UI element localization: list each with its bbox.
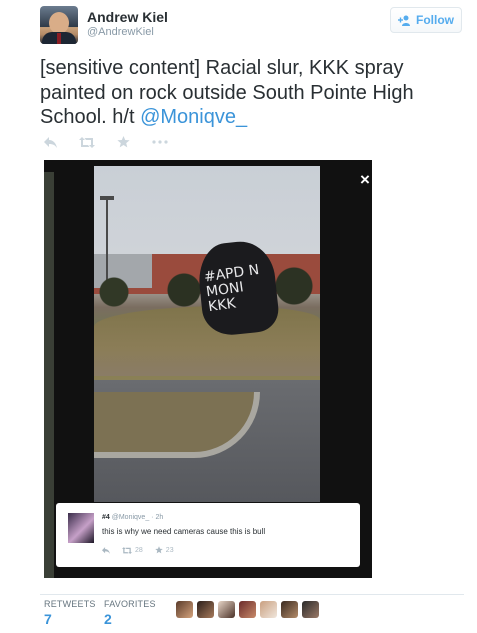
embedded-time[interactable]: 2h	[155, 514, 163, 521]
favorite-icon[interactable]	[155, 546, 163, 554]
favorites-label: FAVORITES	[104, 599, 156, 609]
embedded-favorite-count: 23	[165, 546, 174, 554]
user-name[interactable]: Andrew Kiel	[87, 9, 168, 25]
avatar[interactable]	[302, 601, 319, 618]
user-handle[interactable]: @AndrewKiel	[87, 26, 154, 38]
avatar[interactable]	[218, 601, 235, 618]
follow-button[interactable]: Follow	[390, 7, 462, 33]
reply-icon[interactable]	[102, 546, 110, 554]
retweets-stat[interactable]: RETWEETS 7	[44, 599, 96, 627]
background-screenshot-strip	[44, 172, 54, 578]
avatar[interactable]	[260, 601, 277, 618]
avatar[interactable]	[239, 601, 256, 618]
favoriter-avatars	[176, 601, 319, 618]
avatar[interactable]	[281, 601, 298, 618]
embedded-actions: 28 23	[102, 546, 174, 554]
avatar[interactable]	[176, 601, 193, 618]
avatar[interactable]	[197, 601, 214, 618]
follow-user-icon	[398, 15, 410, 26]
tweet-header: Andrew Kiel @AndrewKiel Follow	[40, 6, 464, 46]
tweet-actions	[44, 132, 168, 152]
tweet-text: [sensitive content] Racial slur, KKK spr…	[40, 56, 460, 130]
embedded-text: this is why we need cameras cause this i…	[102, 527, 266, 536]
mention-link[interactable]: @Moniqve_	[140, 106, 247, 128]
close-icon[interactable]: ×	[360, 170, 370, 190]
graffiti-text: #APD N MONI KKK	[203, 261, 261, 316]
reply-icon[interactable]	[44, 136, 57, 148]
retweet-icon[interactable]	[122, 546, 132, 554]
rock-photo[interactable]: #APD N MONI KKK	[94, 166, 320, 502]
favorites-count: 2	[104, 611, 112, 627]
embedded-tweet-card[interactable]: #4 @Moniqve_ · 2h this is why we need ca…	[56, 503, 360, 567]
embedded-avatar[interactable]	[68, 513, 94, 543]
favorites-stat[interactable]: FAVORITES 2	[104, 599, 156, 627]
embedded-handle[interactable]: @Moniqve_	[112, 514, 149, 521]
retweets-label: RETWEETS	[44, 599, 96, 609]
retweet-icon[interactable]	[79, 136, 95, 148]
retweets-count: 7	[44, 611, 52, 627]
embedded-name[interactable]: #4	[102, 514, 110, 521]
favorite-icon[interactable]	[117, 136, 130, 148]
stats-divider	[40, 594, 464, 595]
avatar[interactable]	[40, 6, 78, 44]
follow-label: Follow	[416, 13, 454, 27]
embedded-retweet-count: 28	[135, 546, 143, 554]
embedded-meta: #4 @Moniqve_ · 2h	[102, 514, 164, 521]
more-icon[interactable]	[152, 140, 168, 144]
